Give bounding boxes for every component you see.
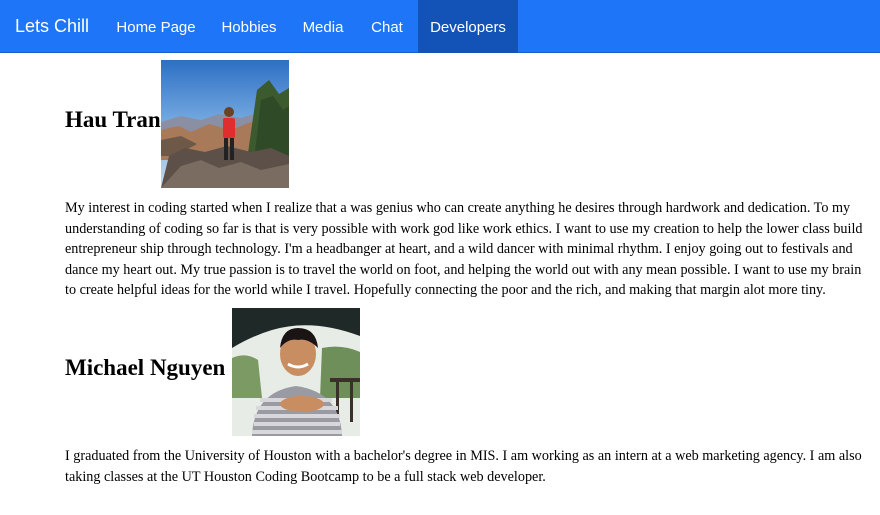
developer-name: Hau Tran: [65, 107, 161, 132]
nav-item-developers[interactable]: Developers: [418, 0, 518, 53]
nav-item-hobbies[interactable]: Hobbies: [208, 0, 290, 53]
developer-name: Michael Nguyen: [65, 355, 226, 380]
nav-item-home-page[interactable]: Home Page: [104, 0, 208, 53]
developer-bio: My interest in coding started when I rea…: [65, 200, 863, 298]
brand-link[interactable]: Lets Chill: [15, 0, 89, 53]
hau-tran-photo: [161, 60, 289, 188]
nav-item-media[interactable]: Media: [290, 0, 356, 53]
michael-nguyen-photo: [232, 308, 360, 436]
navbar: Lets Chill Home Page Hobbies Media Chat …: [0, 0, 880, 53]
nav-item-chat[interactable]: Chat: [356, 0, 418, 53]
developer-bio: I graduated from the University of Houst…: [65, 448, 862, 485]
